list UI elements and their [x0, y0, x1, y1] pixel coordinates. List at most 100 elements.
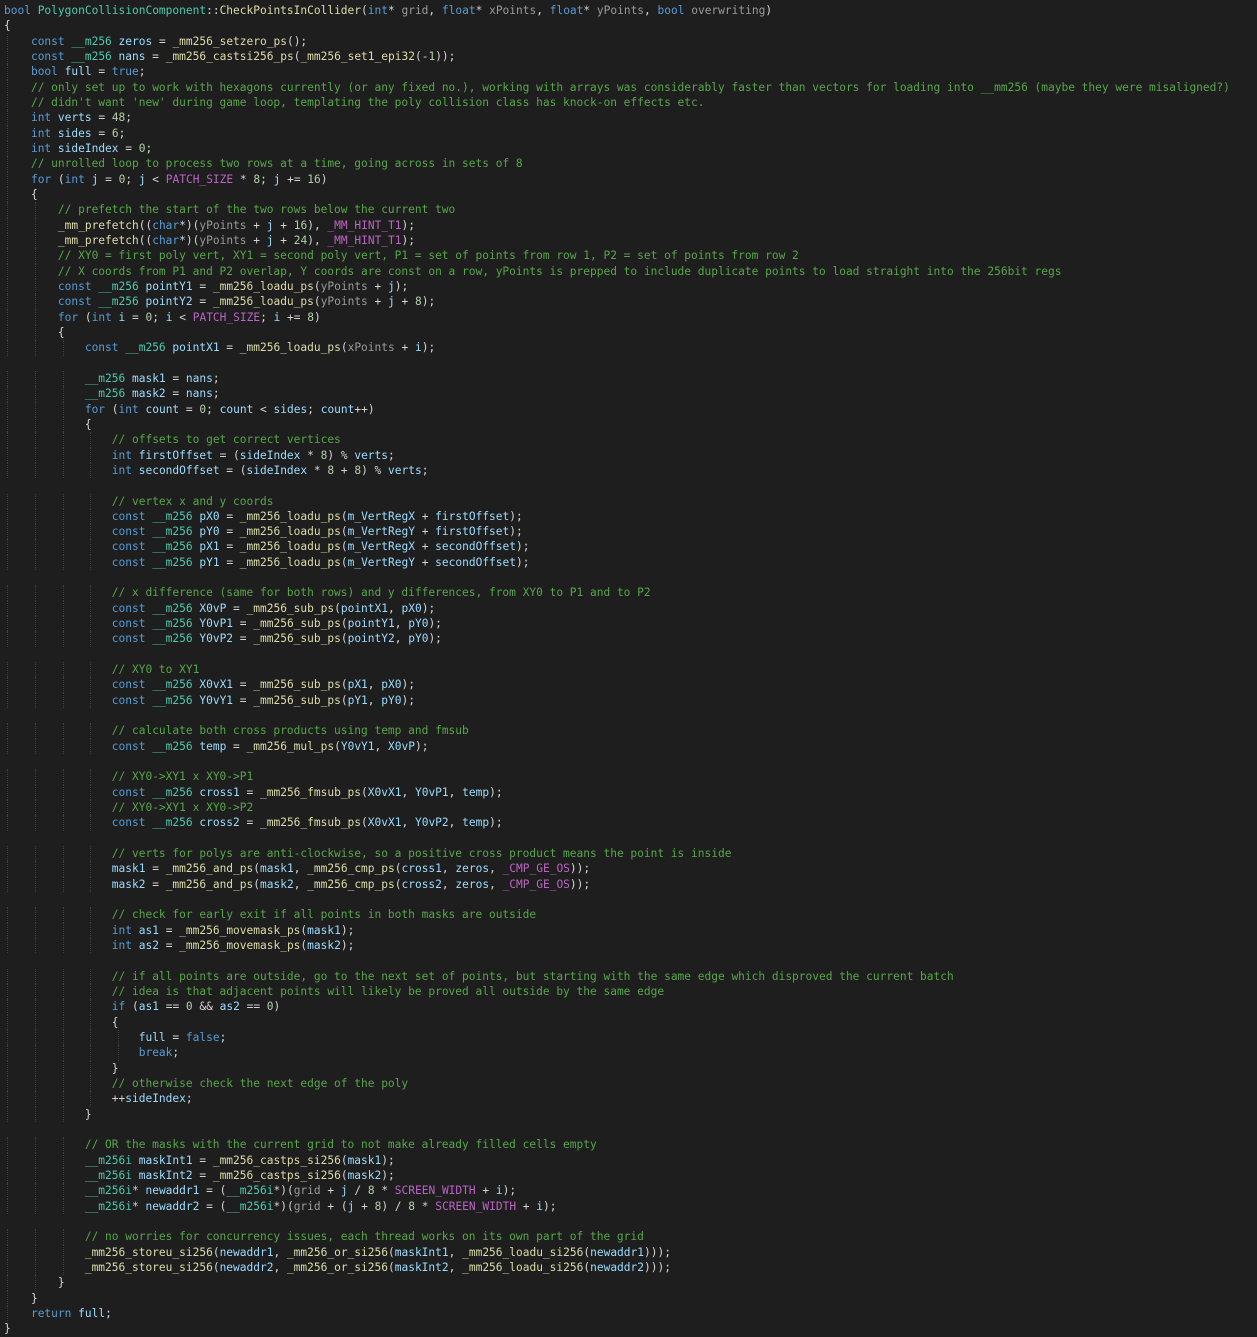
code-line[interactable]: int as2 = _mm256_movemask_ps(mask2);: [0, 938, 1257, 954]
code-line[interactable]: [0, 1122, 1257, 1137]
code-line[interactable]: const __m256 cross2 = _mm256_fmsub_ps(X0…: [0, 815, 1257, 831]
code-line[interactable]: const __m256 X0vX1 = _mm256_sub_ps(pX1, …: [0, 677, 1257, 693]
code-line[interactable]: }: [0, 1275, 1257, 1291]
code-line[interactable]: // XY0->XY1 x XY0->P1: [0, 769, 1257, 785]
code-line[interactable]: [0, 892, 1257, 907]
code-line[interactable]: [0, 1214, 1257, 1229]
code-line[interactable]: }: [0, 1106, 1257, 1122]
code-token: zeros: [455, 877, 490, 891]
code-line[interactable]: __m256i* newaddr2 = (__m256i*)(grid + (j…: [0, 1198, 1257, 1214]
code-line[interactable]: // only set up to work with hexagons cur…: [0, 79, 1257, 95]
code-line[interactable]: // XY0 = first poly vert, XY1 = second p…: [0, 248, 1257, 264]
code-line[interactable]: [0, 953, 1257, 968]
indent-guide: [62, 861, 64, 877]
code-token: j: [138, 172, 146, 186]
code-line[interactable]: const __m256 pX1 = _mm256_loadu_ps(m_Ver…: [0, 539, 1257, 555]
code-line[interactable]: // offsets to get correct vertices: [0, 432, 1257, 448]
indent-guide: [34, 1075, 36, 1092]
code-token: nans: [118, 49, 146, 63]
indent-guide: [62, 1198, 64, 1214]
code-line[interactable]: __m256i* newaddr1 = (__m256i*)(grid + j …: [0, 1183, 1257, 1199]
code-line[interactable]: }: [0, 1321, 1257, 1336]
code-line[interactable]: [0, 831, 1257, 846]
code-line[interactable]: // XY0 to XY1: [0, 662, 1257, 678]
code-line[interactable]: const __m256 pointX1 = _mm256_loadu_ps(x…: [0, 340, 1257, 356]
code-line[interactable]: {: [0, 416, 1257, 433]
code-line[interactable]: [0, 708, 1257, 723]
code-line[interactable]: break;: [0, 1045, 1257, 1061]
code-line[interactable]: int as1 = _mm256_movemask_ps(mask1);: [0, 922, 1257, 939]
code-line[interactable]: full = false;: [0, 1029, 1257, 1046]
code-line[interactable]: [0, 570, 1257, 585]
code-line[interactable]: {: [0, 324, 1257, 341]
code-line[interactable]: for (int j = 0; j < PATCH_SIZE * 8; j +=…: [0, 171, 1257, 187]
code-line[interactable]: mask1 = _mm256_and_ps(mask1, _mm256_cmp_…: [0, 861, 1257, 877]
code-line[interactable]: const __m256 Y0vP1 = _mm256_sub_ps(point…: [0, 616, 1257, 632]
code-line[interactable]: _mm256_storeu_si256(newaddr2, _mm256_or_…: [0, 1259, 1257, 1276]
code-line[interactable]: // X coords from P1 and P2 overlap, Y co…: [0, 263, 1257, 279]
code-line[interactable]: int secondOffset = (sideIndex * 8 + 8) %…: [0, 462, 1257, 479]
code-line[interactable]: // calculate both cross products using t…: [0, 723, 1257, 739]
code-line[interactable]: __m256 mask2 = nans;: [0, 386, 1257, 402]
code-line[interactable]: // otherwise check the next edge of the …: [0, 1075, 1257, 1092]
code-line[interactable]: for (int i = 0; i < PATCH_SIZE; i += 8): [0, 309, 1257, 325]
code-line[interactable]: // idea is that adjacent points will lik…: [0, 984, 1257, 1000]
code-line[interactable]: [0, 754, 1257, 769]
code-line[interactable]: // OR the masks with the current grid to…: [0, 1137, 1257, 1153]
code-line[interactable]: // if all points are outside, go to the …: [0, 968, 1257, 984]
code-line[interactable]: int verts = 48;: [0, 110, 1257, 126]
code-token: const: [111, 678, 153, 692]
code-line[interactable]: // prefetch the start of the two rows be…: [0, 202, 1257, 218]
code-line[interactable]: const __m256 zeros = _mm256_setzero_ps()…: [0, 33, 1257, 49]
code-line[interactable]: const __m256 pX0 = _mm256_loadu_ps(m_Ver…: [0, 508, 1257, 525]
code-line[interactable]: const __m256 pointY1 = _mm256_loadu_ps(y…: [0, 278, 1257, 295]
code-line[interactable]: {: [0, 186, 1257, 203]
code-line[interactable]: ++sideIndex;: [0, 1091, 1257, 1107]
code-line[interactable]: const __m256 X0vP = _mm256_sub_ps(pointX…: [0, 600, 1257, 617]
code-line[interactable]: // verts for polys are anti-clockwise, s…: [0, 846, 1257, 862]
code-line[interactable]: _mm_prefetch((char*)(yPoints + j + 16), …: [0, 217, 1257, 233]
code-line[interactable]: }: [0, 1060, 1257, 1076]
code-line[interactable]: // didn't want 'new' during game loop, t…: [0, 94, 1257, 111]
code-line[interactable]: // XY0->XY1 x XY0->P2: [0, 800, 1257, 816]
code-line[interactable]: [0, 647, 1257, 662]
code-line[interactable]: [0, 478, 1257, 493]
code-line[interactable]: for (int count = 0; count < sides; count…: [0, 401, 1257, 417]
code-line[interactable]: // unrolled loop to process two rows at …: [0, 156, 1257, 172]
code-line[interactable]: _mm_prefetch((char*)(yPoints + j + 24), …: [0, 232, 1257, 249]
code-token: X0vP: [388, 739, 415, 753]
code-line[interactable]: const __m256 pY1 = _mm256_loadu_ps(m_Ver…: [0, 554, 1257, 571]
code-line[interactable]: const __m256 temp = _mm256_mul_ps(Y0vY1,…: [0, 738, 1257, 755]
code-line[interactable]: const __m256 nans = _mm256_castsi256_ps (…: [0, 48, 1257, 65]
code-line[interactable]: return full;: [0, 1305, 1257, 1322]
code-line[interactable]: // check for early exit if all points in…: [0, 907, 1257, 923]
code-line[interactable]: bool full = true;: [0, 64, 1257, 80]
code-line[interactable]: // no worries for concurrency issues, ea…: [0, 1229, 1257, 1245]
code-line[interactable]: int sides = 6;: [0, 125, 1257, 141]
indent-guide: [34, 800, 36, 816]
code-line[interactable]: __m256i maskInt2 = _mm256_castps_si256(m…: [0, 1167, 1257, 1184]
code-line[interactable]: [0, 356, 1257, 371]
code-line[interactable]: }: [0, 1290, 1257, 1306]
code-line[interactable]: const __m256 Y0vP2 = _mm256_sub_ps(point…: [0, 631, 1257, 647]
code-line[interactable]: const __m256 pY0 = _mm256_loadu_ps(m_Ver…: [0, 524, 1257, 540]
code-line[interactable]: int sideIndex = 0;: [0, 140, 1257, 157]
code-editor[interactable]: bool PolygonCollisionComponent::CheckPoi…: [0, 0, 1257, 1337]
code-line[interactable]: bool PolygonCollisionComponent::CheckPoi…: [0, 3, 1257, 18]
code-line[interactable]: // vertex x and y coords: [0, 493, 1257, 509]
code-token: int: [111, 923, 139, 937]
code-line[interactable]: // x difference (same for both rows) and…: [0, 585, 1257, 601]
code-line[interactable]: const __m256 cross1 = _mm256_fmsub_ps(X0…: [0, 784, 1257, 801]
code-line[interactable]: if (as1 == 0 && as2 == 0): [0, 999, 1257, 1015]
code-line[interactable]: __m256i maskInt1 = _mm256_castps_si256(m…: [0, 1152, 1257, 1168]
code-line[interactable]: {: [0, 1014, 1257, 1030]
indent-guide: [7, 999, 8, 1015]
code-line[interactable]: mask2 = _mm256_and_ps(mask2, _mm256_cmp_…: [0, 876, 1257, 893]
code-line[interactable]: int firstOffset = (sideIndex * 8) % vert…: [0, 447, 1257, 463]
code-line[interactable]: const __m256 pointY2 = _mm256_loadu_ps(y…: [0, 294, 1257, 310]
code-line[interactable]: {: [0, 18, 1257, 33]
code-line[interactable]: __m256 mask1 = nans;: [0, 370, 1257, 387]
code-line[interactable]: _mm256_storeu_si256(newaddr1, _mm256_or_…: [0, 1244, 1257, 1260]
code-line[interactable]: const __m256 Y0vY1 = _mm256_sub_ps(pY1, …: [0, 692, 1257, 709]
